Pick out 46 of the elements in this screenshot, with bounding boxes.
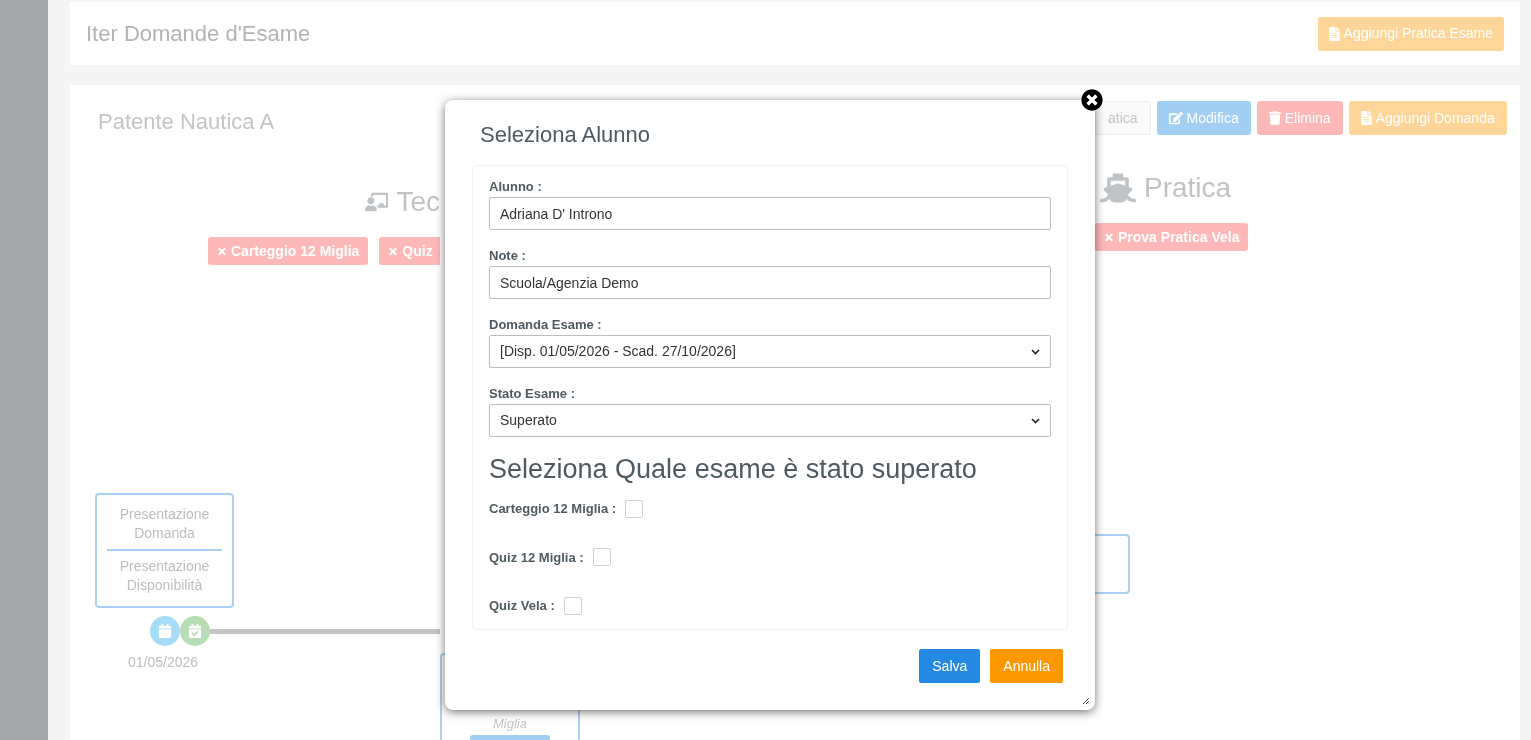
- section-heading: Tec: [396, 185, 440, 219]
- checkbox[interactable]: [563, 596, 582, 615]
- select-field[interactable]: [Disp. 01/05/2026 - Scad. 27/10/2026]: [489, 335, 1051, 368]
- toolbar-button[interactable]: Aggiungi Domanda: [1348, 101, 1507, 135]
- checkbox[interactable]: [592, 548, 611, 567]
- cancel-button[interactable]: Annulla: [990, 649, 1063, 683]
- dialog-title: Seleziona Alunno: [480, 121, 652, 149]
- text-field[interactable]: Adriana D' Introno: [489, 197, 1051, 230]
- field-label: Alunno :: [489, 179, 543, 195]
- cross-icon: [217, 245, 227, 257]
- field-label: Stato Esame :: [489, 386, 576, 402]
- text-field[interactable]: Scuola/Agenzia Demo: [489, 266, 1051, 299]
- trash-icon: [1268, 111, 1281, 125]
- step-subtitle: Miglia: [493, 714, 527, 733]
- calendar-check-icon: [188, 624, 202, 638]
- toolbar-button[interactable]: Modifica: [1156, 101, 1251, 135]
- course-title: Patente Nautica A: [98, 108, 276, 136]
- edit-icon: [1168, 111, 1183, 125]
- checkbox-label: Carteggio 12 Miglia :: [489, 500, 617, 518]
- toolbar-button[interactable]: Elimina: [1256, 101, 1343, 135]
- exam-tag: Quiz: [379, 237, 440, 265]
- field-label: Domanda Esame :: [489, 317, 603, 333]
- save-button[interactable]: Salva: [919, 649, 981, 683]
- cross-icon: [1104, 231, 1114, 243]
- section-subheading: Seleziona Quale esame è stato superato: [489, 453, 978, 485]
- checkbox-label: Quiz 12 Miglia :: [489, 548, 584, 567]
- field-label: Note :: [489, 248, 527, 264]
- file-icon: [1360, 111, 1372, 125]
- step-date: 01/05/2026: [128, 653, 200, 672]
- chevron-icon: [1031, 417, 1040, 424]
- resize-grip-icon: [1082, 697, 1090, 705]
- select-field[interactable]: Superato: [489, 404, 1051, 437]
- exam-tag: Carteggio 12 Miglia: [208, 237, 369, 265]
- cross-icon: [388, 245, 399, 257]
- chevron-icon: [1031, 348, 1040, 355]
- section-heading: Pratica: [1144, 171, 1232, 205]
- page-title: Iter Domande d'Esame: [86, 20, 311, 48]
- checkbox-label: Quiz Vela :: [489, 597, 555, 615]
- step-title: Presentazione Domanda: [118, 505, 211, 543]
- exam-tag: Prova Pratica Vela: [1095, 223, 1249, 251]
- calendar-icon: [158, 624, 172, 638]
- step-subtitle: Presentazione Disponibilità: [118, 557, 211, 595]
- ship-icon: [1100, 173, 1136, 203]
- file-icon: [1328, 26, 1340, 41]
- add-exam-button[interactable]: Aggiungi Pratica Esame: [1317, 16, 1504, 51]
- checkbox[interactable]: [625, 499, 644, 518]
